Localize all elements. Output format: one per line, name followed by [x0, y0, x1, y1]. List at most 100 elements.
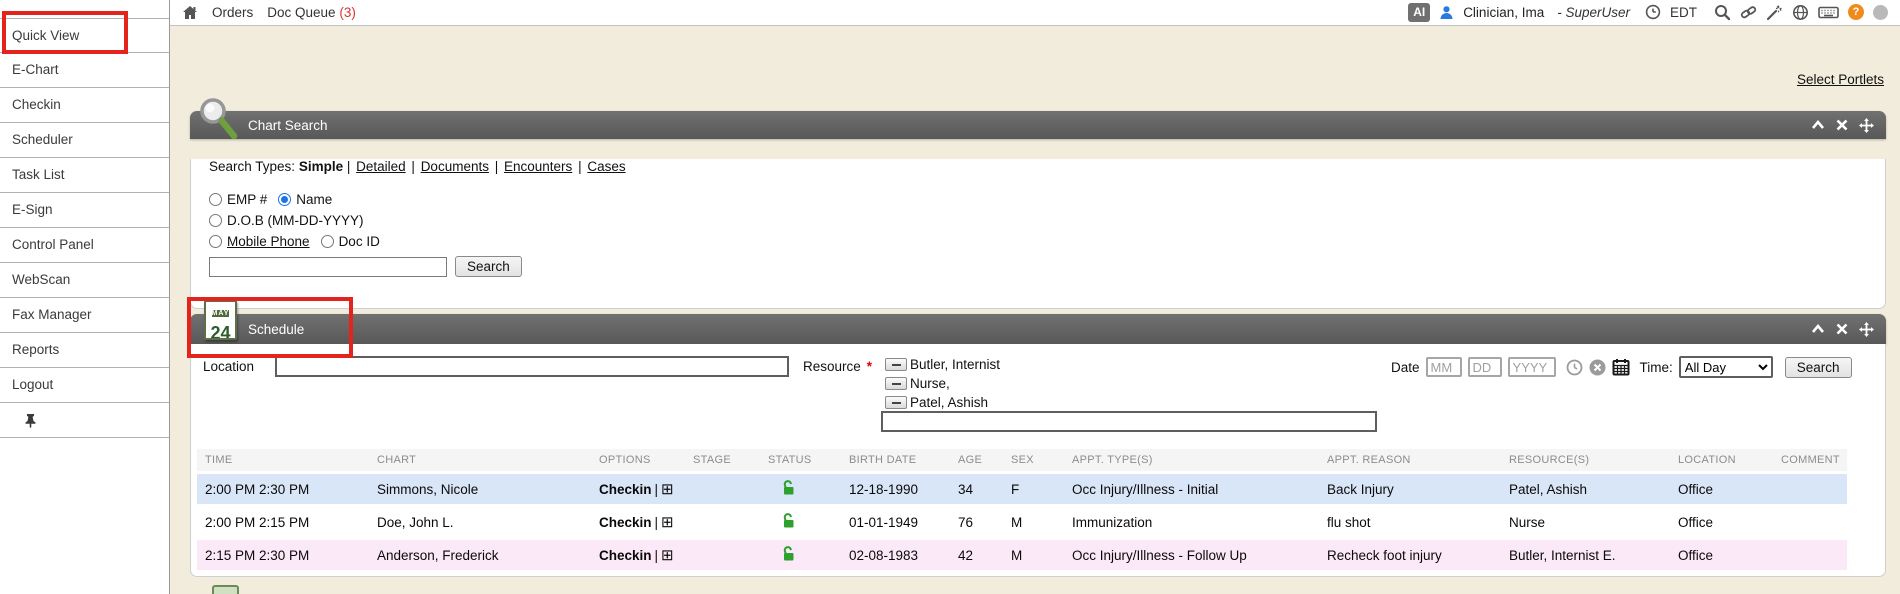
nav-doc-queue[interactable]: Doc Queue (3)	[267, 5, 356, 20]
resource-checkbox[interactable]	[885, 358, 907, 371]
date-year-input[interactable]	[1508, 357, 1556, 377]
move-icon[interactable]	[1859, 322, 1874, 337]
appointment-row: 2:00 PM 2:15 PMDoe, John L. Checkin|⊞ 01…	[197, 507, 1847, 537]
resource-filter-input[interactable]	[881, 411, 1377, 432]
search-criteria-radios: EMP # Name D.O.B (MM-DD-YYYY) Mobile Pho…	[209, 189, 1885, 252]
cell-age: 42	[950, 540, 1003, 570]
separator: |	[347, 159, 354, 174]
sidebar-item-pin[interactable]	[0, 403, 169, 438]
radio-doc-id[interactable]	[321, 235, 334, 248]
nav-orders[interactable]: Orders	[212, 5, 253, 20]
cell-stage	[685, 474, 760, 504]
schedule-header: MAY 24 Schedule	[190, 314, 1886, 344]
link-icon[interactable]	[1740, 4, 1757, 21]
cell-appt-type: Occ Injury/Illness - Follow Up	[1064, 540, 1319, 570]
cell-stage	[685, 507, 760, 537]
next-portlet-cutoff-icon	[212, 585, 239, 594]
clear-date-icon[interactable]	[1589, 359, 1606, 376]
ai-badge[interactable]: AI	[1408, 3, 1430, 21]
status-unlocked-icon[interactable]	[780, 479, 797, 496]
sidebar-item-checkin[interactable]: Checkin	[0, 88, 169, 123]
wand-icon[interactable]	[1766, 4, 1783, 21]
radio-emp[interactable]	[209, 193, 222, 206]
sidebar-item-fax-manager[interactable]: Fax Manager	[0, 298, 169, 333]
radio-mobile-phone[interactable]	[209, 235, 222, 248]
radio-dob[interactable]	[209, 214, 222, 227]
chart-search-portlet: Chart Search Search Types: Simple | Deta…	[190, 111, 1886, 309]
keyboard-icon[interactable]	[1818, 5, 1839, 20]
radio-name[interactable]	[278, 193, 291, 206]
chart-search-button[interactable]: Search	[455, 256, 522, 277]
separator: |	[495, 159, 502, 174]
calendar-picker-icon[interactable]	[1612, 358, 1630, 376]
cell-appt-reason: Recheck foot injury	[1319, 540, 1501, 570]
collapse-icon[interactable]	[1811, 323, 1825, 335]
cell-appt-reason: Back Injury	[1319, 474, 1501, 504]
sidebar-item-quick-view[interactable]: Quick View	[0, 18, 169, 53]
user-role: - SuperUser	[1557, 5, 1630, 20]
column-options: OPTIONS	[591, 449, 685, 471]
expand-appointment-icon[interactable]: ⊞	[661, 481, 674, 498]
options-cell-proto: Checkin|⊞	[599, 482, 674, 497]
radio-emp-label: EMP #	[227, 192, 267, 207]
expand-appointment-icon[interactable]: ⊞	[661, 514, 674, 531]
topbar-user-area: AI Clinician, Ima - SuperUser EDT	[1408, 3, 1888, 21]
schedule-search-button[interactable]: Search	[1785, 357, 1852, 378]
move-icon[interactable]	[1859, 118, 1874, 133]
cell-resources: Patel, Ashish	[1501, 474, 1670, 504]
cell-chart: Doe, John L.	[369, 507, 591, 537]
status-unlocked-icon[interactable]	[780, 512, 797, 529]
sidebar-item-e-sign[interactable]: E-Sign	[0, 193, 169, 228]
cell-age: 34	[950, 474, 1003, 504]
location-input[interactable]	[275, 356, 789, 377]
presence-indicator[interactable]	[1873, 5, 1888, 20]
cell-birth-date: 02-08-1983	[841, 540, 950, 570]
sidebar-item-control-panel[interactable]: Control Panel	[0, 228, 169, 263]
time-clock-icon[interactable]	[1566, 359, 1583, 376]
cell-options: Checkin|⊞	[591, 507, 685, 537]
sidebar-item-reports[interactable]: Reports	[0, 333, 169, 368]
checkin-link[interactable]: Checkin	[599, 548, 652, 563]
column-appt-type-s: APPT. TYPE(S)	[1064, 449, 1319, 471]
date-filter-group: Date Time: All Day Search	[1391, 356, 1852, 378]
user-icon	[1439, 5, 1454, 20]
required-asterisk: *	[867, 359, 872, 374]
cell-sex: M	[1003, 507, 1064, 537]
home-icon[interactable]	[182, 5, 198, 20]
globe-icon[interactable]	[1792, 4, 1809, 21]
help-icon[interactable]: ?	[1848, 4, 1864, 20]
chart-search-controls	[1811, 111, 1874, 139]
cell-time: 2:00 PM 2:15 PM	[197, 507, 369, 537]
date-month-input[interactable]	[1426, 357, 1462, 377]
select-portlets-link[interactable]: Select Portlets	[1797, 72, 1884, 87]
search-type-documents[interactable]: Documents	[421, 159, 489, 174]
chart-search-input[interactable]	[209, 257, 447, 277]
sidebar-item-scheduler[interactable]: Scheduler	[0, 123, 169, 158]
checkin-link[interactable]: Checkin	[599, 515, 652, 530]
collapse-icon[interactable]	[1811, 119, 1825, 131]
cell-appt-type: Occ Injury/Illness - Initial	[1064, 474, 1319, 504]
search-icon[interactable]	[1714, 4, 1731, 21]
topbar: Orders Doc Queue (3) AI Clinician, Ima -…	[170, 0, 1900, 26]
close-icon[interactable]	[1836, 323, 1848, 335]
status-unlocked-icon[interactable]	[780, 545, 797, 562]
options-cell-proto: Checkin|⊞	[599, 548, 674, 563]
sidebar-item-logout[interactable]: Logout	[0, 368, 169, 403]
cell-location: Office	[1670, 540, 1773, 570]
close-icon[interactable]	[1836, 119, 1848, 131]
checkin-link[interactable]: Checkin	[599, 482, 652, 497]
sidebar-item-e-chart[interactable]: E-Chart	[0, 53, 169, 88]
sidebar-item-webscan[interactable]: WebScan	[0, 263, 169, 298]
cell-status	[760, 474, 841, 504]
topbar-nav: Orders Doc Queue (3)	[182, 5, 356, 20]
time-select[interactable]: All Day	[1679, 356, 1773, 378]
search-type-detailed[interactable]: Detailed	[356, 159, 406, 174]
cell-age: 76	[950, 507, 1003, 537]
search-type-cases[interactable]: Cases	[587, 159, 625, 174]
resource-checkbox[interactable]	[885, 377, 907, 390]
date-day-input[interactable]	[1468, 357, 1502, 377]
resource-checkbox[interactable]	[885, 396, 907, 409]
expand-appointment-icon[interactable]: ⊞	[661, 547, 674, 564]
sidebar-item-task-list[interactable]: Task List	[0, 158, 169, 193]
search-type-encounters[interactable]: Encounters	[504, 159, 572, 174]
